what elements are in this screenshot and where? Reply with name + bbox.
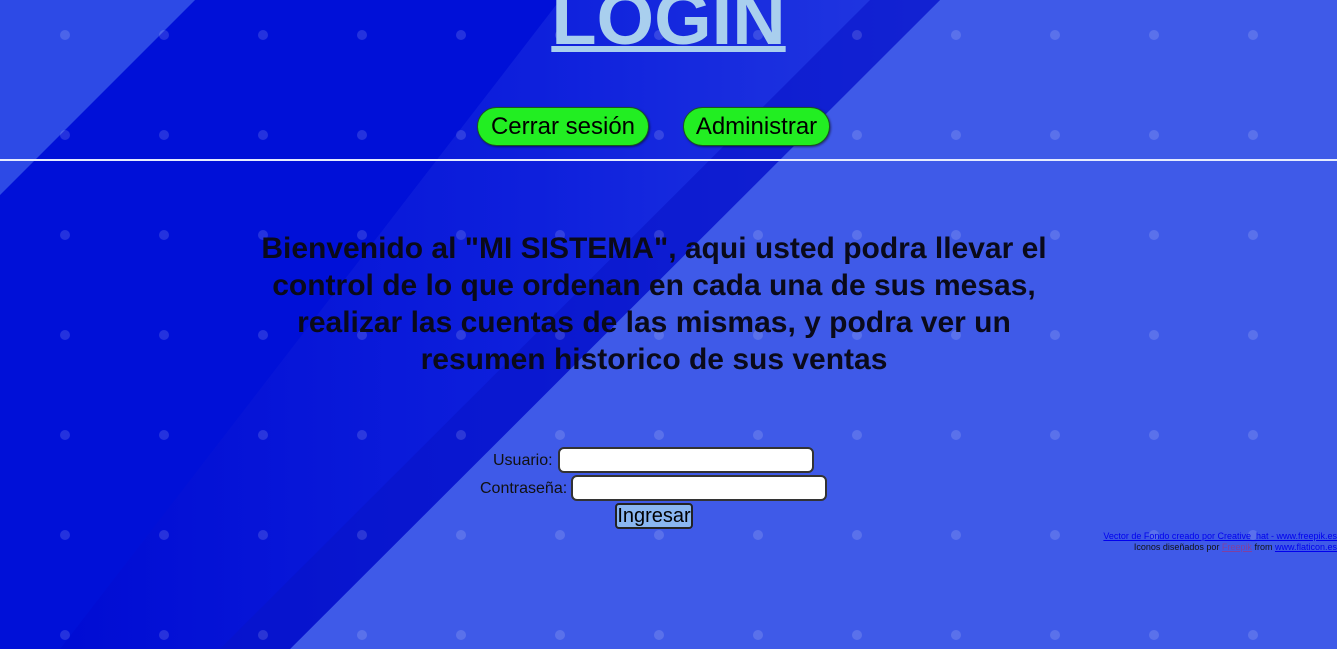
password-input[interactable] [571,475,827,501]
flaticon-link[interactable]: www.flaticon.es [1275,542,1337,552]
divider [0,159,1337,161]
welcome-message: Bienvenido al "MI SISTEMA", aqui usted p… [261,232,1047,376]
icons-credit: Iconos diseñados por Freepik from www.fl… [1037,542,1337,553]
login-title-link[interactable]: LOGIN [551,0,785,60]
password-label: Contraseña: [480,480,568,497]
username-input[interactable] [558,447,814,473]
username-label: Usuario: [493,452,553,469]
freepik-background-link[interactable]: Vector de Fondo creado por Creative_hat … [1103,531,1337,541]
icons-credit-prefix: Iconos diseñados por [1133,542,1220,552]
page-title: LOGIN [0,0,1337,62]
page-content: LOGIN Cerrar sesión Administrar Bienveni… [0,0,1337,649]
icons-credit-from: from [1254,542,1273,552]
login-submit-button[interactable]: Ingresar [615,503,693,529]
freepik-link[interactable]: Freepik [1222,542,1252,552]
logout-button[interactable]: Cerrar sesión [477,107,649,146]
admin-button[interactable]: Administrar [683,107,830,146]
background-credit: Vector de Fondo creado por Creative_hat … [1037,531,1337,542]
